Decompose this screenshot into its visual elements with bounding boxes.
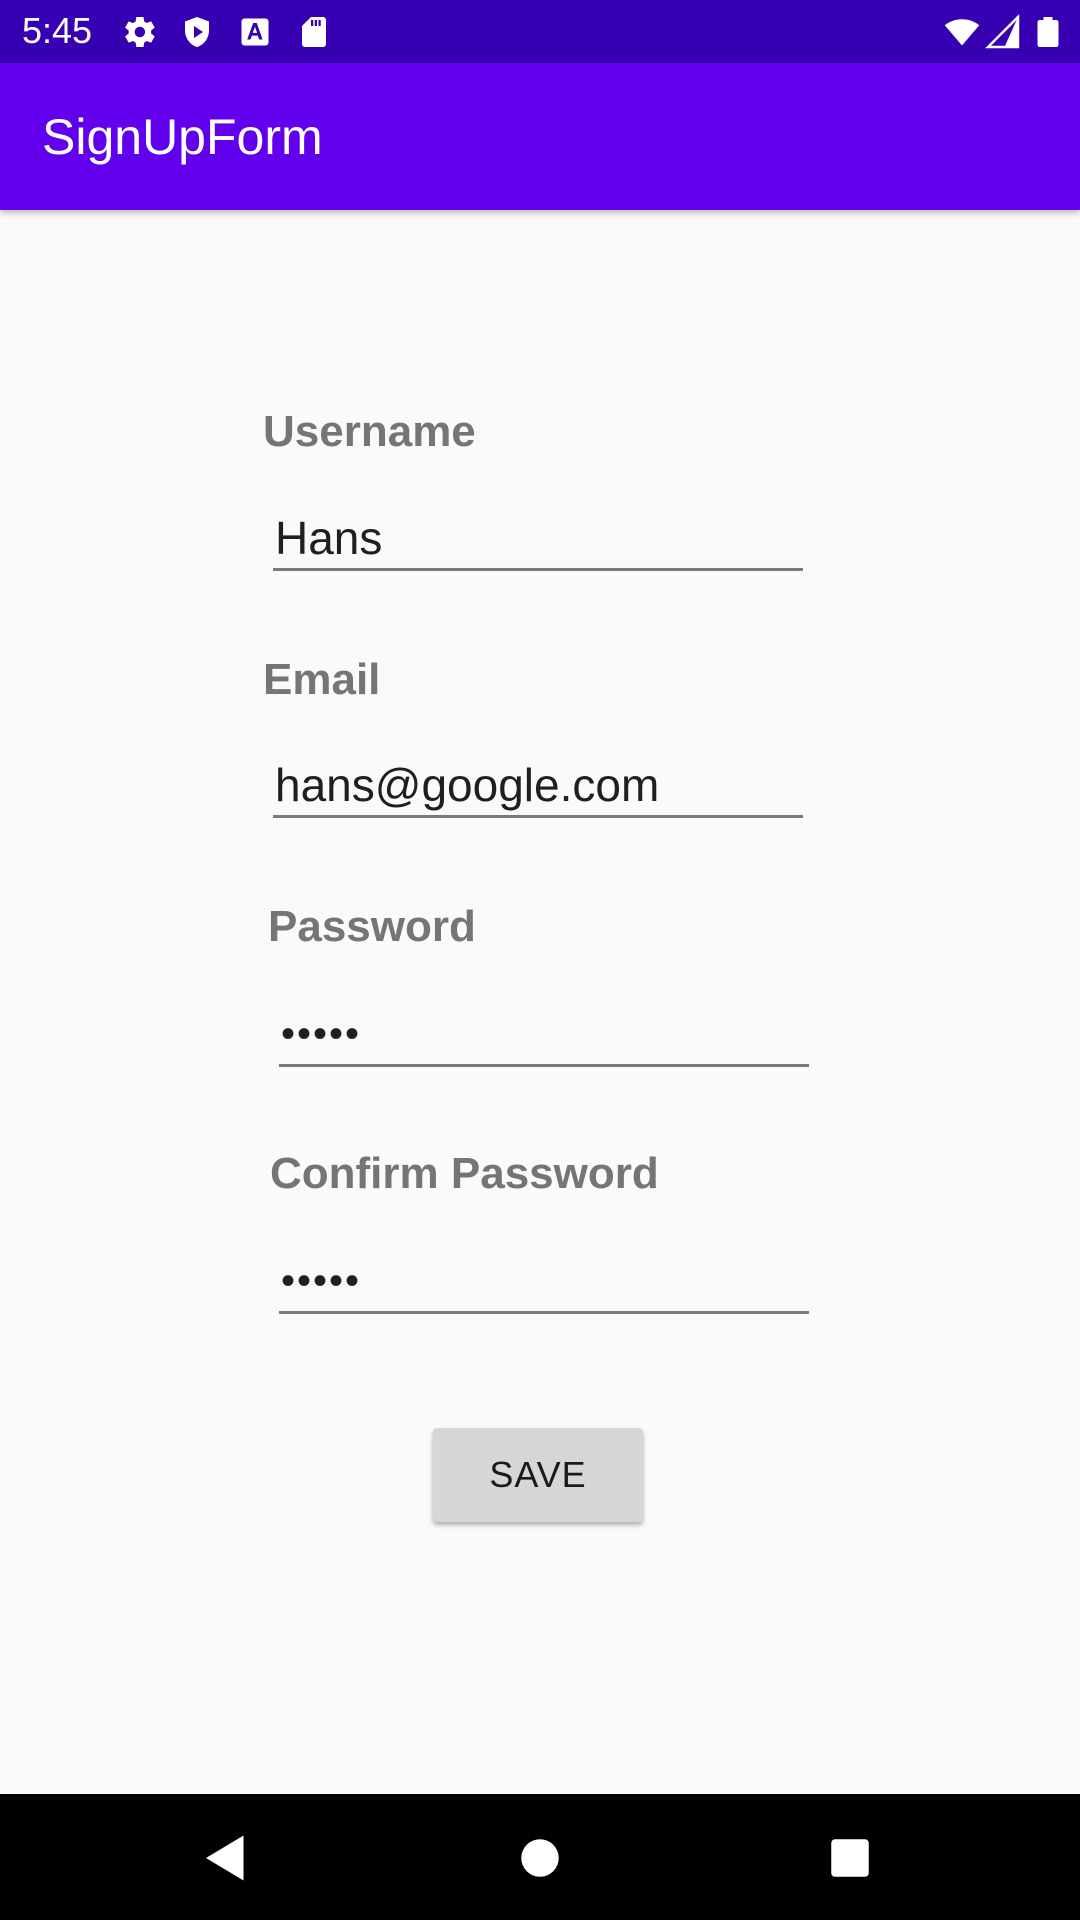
app-bar: SignUpForm [0, 63, 1080, 210]
confirm-password-field[interactable]: ••••• [279, 1248, 809, 1314]
username-field[interactable]: Hans [273, 505, 803, 571]
app-title: SignUpForm [42, 109, 323, 165]
confirm-password-label: Confirm Password [270, 1149, 659, 1198]
recents-square-icon[interactable] [820, 1828, 880, 1888]
username-label: Username [263, 407, 476, 456]
battery-icon [1030, 14, 1066, 50]
status-time: 5:45 [22, 10, 93, 51]
cell-signal-icon [985, 14, 1021, 50]
navigation-bar [0, 1794, 1080, 1920]
back-triangle-icon[interactable] [196, 1828, 256, 1888]
password-label: Password [268, 902, 476, 951]
shield-play-icon [179, 14, 215, 50]
status-bar: 5:45 [0, 0, 1080, 63]
email-label: Email [263, 655, 381, 704]
password-field[interactable]: ••••• [279, 1001, 809, 1067]
save-button[interactable]: SAVE [433, 1428, 643, 1522]
wifi-icon [944, 14, 980, 50]
settings-gear-icon [122, 14, 158, 50]
home-circle-icon[interactable] [510, 1828, 570, 1888]
email-field[interactable]: hans@google.com [273, 752, 803, 818]
sd-card-icon [296, 14, 332, 50]
font-a-icon [237, 14, 273, 50]
